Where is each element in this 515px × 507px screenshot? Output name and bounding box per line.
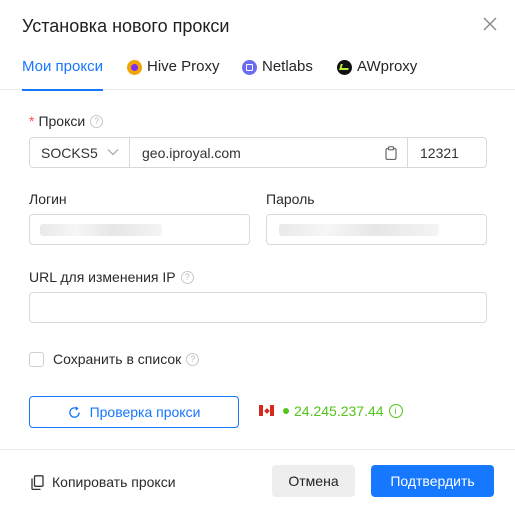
host-value: geo.iproyal.com [142, 144, 241, 161]
password-input[interactable] [266, 214, 487, 245]
help-icon[interactable]: ? [180, 270, 194, 284]
chevron-down-icon [107, 149, 119, 156]
change-ip-url-label: URL для изменения IP ? [29, 269, 194, 285]
close-icon[interactable] [481, 15, 499, 33]
tab-hive-proxy[interactable]: Hive Proxy [127, 58, 220, 90]
port-input[interactable]: 12321 [408, 138, 486, 167]
save-to-list-checkbox[interactable]: Сохранить в список ? [29, 351, 200, 367]
copy-icon [31, 474, 44, 490]
awproxy-logo-icon [337, 60, 352, 75]
copy-proxy-label: Копировать прокси [52, 474, 176, 490]
help-icon[interactable]: ? [186, 352, 200, 366]
masked-password-value [279, 224, 439, 236]
checkbox-box[interactable] [29, 351, 44, 367]
source-tabs: Мои прокси Hive Proxy Netlabs AWproxy [0, 58, 515, 91]
proxy-input-group: SOCKS5 geo.iproyal.com 12321 [29, 137, 487, 168]
change-ip-url-label-text: URL для изменения IP [29, 269, 176, 285]
new-proxy-dialog: Установка нового прокси Мои прокси Hive … [0, 0, 515, 507]
confirm-button[interactable]: Подтвердить [371, 465, 494, 497]
save-to-list-label: Сохранить в список [53, 351, 182, 367]
netlabs-logo-icon [242, 60, 257, 75]
cancel-label: Отмена [288, 473, 339, 489]
login-label: Логин [29, 191, 67, 207]
dialog-title: Установка нового прокси [22, 16, 230, 36]
tab-awproxy[interactable]: AWproxy [337, 58, 417, 90]
help-icon[interactable]: ? [90, 114, 104, 128]
proxy-label: * Прокси ? [29, 113, 104, 129]
tab-label: Netlabs [262, 58, 313, 75]
copy-proxy-button[interactable]: Копировать прокси [31, 474, 176, 490]
clipboard-icon[interactable] [385, 146, 397, 160]
refresh-icon [68, 405, 80, 418]
cancel-button[interactable]: Отмена [272, 465, 355, 497]
confirm-label: Подтвердить [390, 473, 475, 489]
check-result: 24.245.237.44 i [283, 403, 403, 419]
change-ip-url-input[interactable] [29, 292, 487, 323]
port-value: 12321 [420, 144, 459, 161]
tab-netlabs[interactable]: Netlabs [242, 58, 313, 90]
check-proxy-label: Проверка прокси [89, 404, 201, 420]
status-dot [283, 408, 289, 414]
password-label: Пароль [266, 191, 315, 207]
host-input[interactable]: geo.iproyal.com [130, 138, 408, 167]
required-mark: * [29, 113, 35, 129]
password-label-text: Пароль [266, 191, 315, 207]
hive-proxy-logo-icon [127, 60, 142, 75]
info-icon[interactable]: i [388, 404, 403, 418]
tab-my-proxies[interactable]: Мои прокси [22, 58, 103, 91]
ip-address: 24.245.237.44 [294, 403, 384, 419]
tab-label: Hive Proxy [147, 58, 220, 75]
tab-label: AWproxy [357, 58, 418, 75]
masked-login-value [40, 224, 162, 236]
protocol-value: SOCKS5 [41, 144, 98, 161]
protocol-select[interactable]: SOCKS5 [30, 138, 130, 167]
login-label-text: Логин [29, 191, 67, 207]
tab-label: Мои прокси [22, 58, 103, 75]
login-input[interactable] [29, 214, 250, 245]
canada-flag-icon [259, 405, 274, 416]
check-proxy-button[interactable]: Проверка прокси [29, 396, 239, 428]
proxy-label-text: Прокси [38, 113, 86, 129]
